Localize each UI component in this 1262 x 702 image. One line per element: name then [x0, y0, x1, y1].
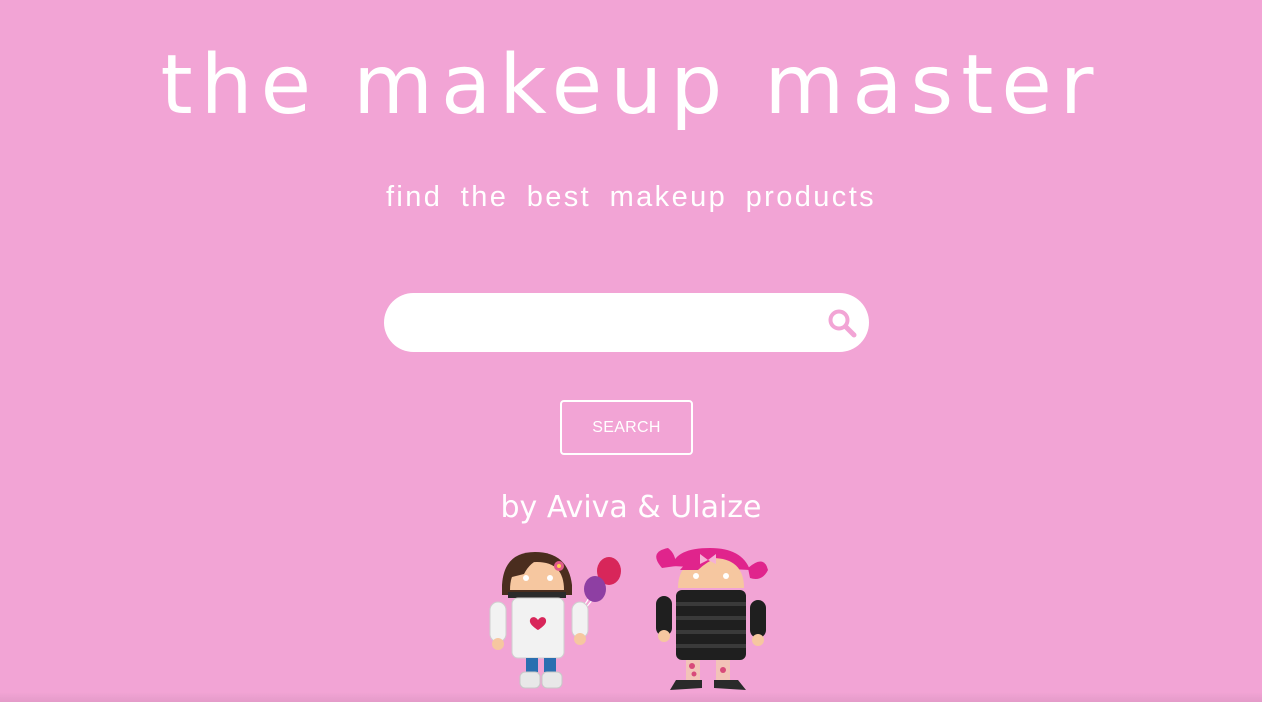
- author-byline: by Aviva & Ulaize: [500, 490, 762, 525]
- search-button[interactable]: SEARCH: [560, 400, 693, 455]
- site-subtitle: find the best makeup products: [385, 181, 877, 213]
- search-bar[interactable]: [384, 293, 869, 352]
- bottom-shadow: [0, 692, 1262, 702]
- pigtail-girl-figure: [656, 548, 768, 690]
- site-title: the makeup master: [160, 38, 1102, 133]
- android-girls-illustration: [489, 548, 768, 690]
- search-input[interactable]: [408, 293, 808, 352]
- search-icon[interactable]: [827, 308, 857, 338]
- balloon-girl-figure: [489, 552, 621, 689]
